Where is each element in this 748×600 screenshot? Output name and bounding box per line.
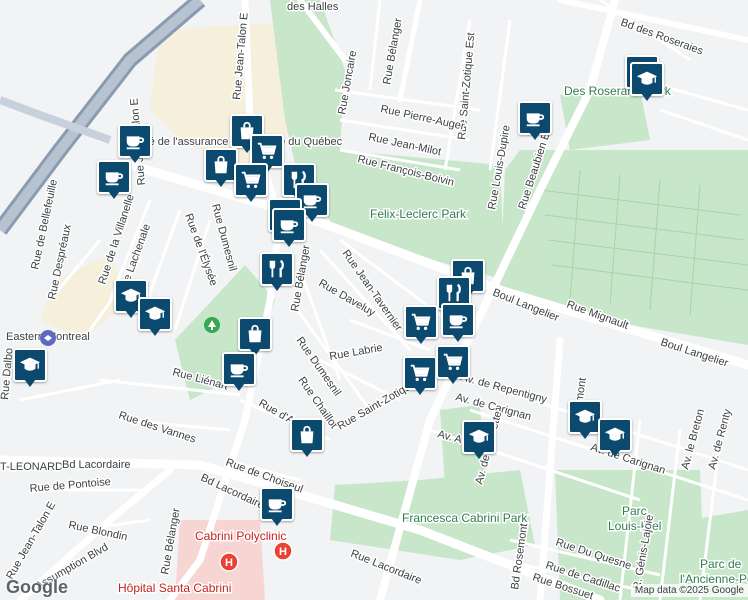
- label-hopital-santa-cabrini: Hôpital Santa Cabrini: [118, 581, 231, 595]
- coffee-cup-icon: [103, 166, 125, 188]
- svg-text:H: H: [279, 546, 287, 558]
- pin-pointer: [641, 93, 653, 101]
- coffee-cup-icon: [447, 309, 469, 331]
- poi-pin-cafe[interactable]: [518, 101, 552, 143]
- pin-pointer: [306, 214, 318, 222]
- pin-pointer: [529, 132, 541, 140]
- graduation-cap-icon: [144, 303, 166, 325]
- poi-pin-supermarket[interactable]: [404, 305, 438, 347]
- poi-pin-store[interactable]: [204, 148, 238, 190]
- fork-knife-icon: [266, 258, 288, 280]
- graduation-cap-icon: [604, 424, 626, 446]
- graduation-cap-icon: [468, 426, 490, 448]
- coffee-cup-icon: [266, 493, 288, 515]
- coffee-cup-icon: [278, 214, 300, 236]
- label-parc-ancienne-1: Parc de: [700, 557, 742, 571]
- shopping-cart-icon: [409, 362, 431, 384]
- poi-pin-cafe[interactable]: [97, 160, 131, 202]
- poi-pin-school[interactable]: [462, 420, 496, 462]
- pin-pointer: [271, 518, 283, 526]
- poi-pin-cafe[interactable]: [222, 352, 256, 394]
- svg-text:H: H: [225, 557, 233, 569]
- google-logo: Google: [6, 577, 68, 597]
- pin-pointer: [579, 431, 591, 439]
- label-francesca-cabrini-park-1: Francesca Cabrini Park: [402, 511, 528, 525]
- coffee-cup-icon: [124, 130, 146, 152]
- pin-pointer: [473, 451, 485, 459]
- pin-pointer: [149, 328, 161, 336]
- school-marker-icon: [40, 330, 56, 346]
- poi-pin-school[interactable]: [630, 62, 664, 104]
- park-tree-icon: [204, 317, 220, 333]
- pin-pointer: [414, 387, 426, 395]
- pin-pointer: [609, 449, 621, 457]
- fork-knife-icon: [443, 282, 465, 304]
- poi-pin-supermarket[interactable]: [403, 356, 437, 398]
- graduation-cap-icon: [19, 354, 41, 376]
- label-st-leonard: T-LEONARD: [0, 461, 63, 473]
- pin-pointer: [301, 449, 313, 457]
- shopping-bag-icon: [244, 323, 266, 345]
- shopping-bag-icon: [296, 424, 318, 446]
- label-bd-lacordaire: Bd Lacordaire: [62, 459, 131, 471]
- label-cabrini-polyclinic: Cabrini Polyclinic: [195, 529, 286, 543]
- poi-pin-school[interactable]: [598, 418, 632, 460]
- pin-pointer: [233, 383, 245, 391]
- poi-pin-supermarket[interactable]: [436, 345, 470, 387]
- poi-pin-school[interactable]: [13, 348, 47, 390]
- pin-pointer: [24, 379, 36, 387]
- poi-pin-school[interactable]: [138, 297, 172, 339]
- pin-pointer: [283, 239, 295, 247]
- poi-pin-supermarket[interactable]: [234, 163, 268, 205]
- poi-pin-school[interactable]: [568, 400, 602, 442]
- poi-pin-cafe[interactable]: [272, 208, 306, 250]
- pin-pointer: [108, 191, 120, 199]
- shopping-cart-icon: [442, 351, 464, 373]
- poi-pin-cafe[interactable]: [260, 487, 294, 529]
- shopping-cart-icon: [240, 169, 262, 191]
- pin-pointer: [415, 336, 427, 344]
- pin-pointer: [215, 179, 227, 187]
- label-des-halles: des Halles: [287, 1, 339, 13]
- label-felix-leclerc-park-1: Felix-Leclerc Park: [370, 207, 467, 221]
- poi-pin-cafe[interactable]: [441, 303, 475, 345]
- graduation-cap-icon: [636, 68, 658, 90]
- pin-pointer: [245, 194, 257, 202]
- shopping-cart-icon: [410, 311, 432, 333]
- shopping-bag-icon: [210, 154, 232, 176]
- hospital-h-icon[interactable]: H: [273, 541, 293, 561]
- pin-pointer: [452, 334, 464, 342]
- hospital-h-icon[interactable]: H: [219, 552, 239, 572]
- poi-pin-store[interactable]: [290, 418, 324, 460]
- pin-pointer: [447, 376, 459, 384]
- map-attribution[interactable]: Map data ©2025 Google: [630, 584, 748, 597]
- graduation-cap-icon: [574, 406, 596, 428]
- coffee-cup-icon: [228, 358, 250, 380]
- pin-pointer: [271, 283, 283, 291]
- pin-pointer: [125, 310, 137, 318]
- poi-pin-restaurant[interactable]: [260, 252, 294, 294]
- shopping-cart-icon: [256, 140, 278, 162]
- coffee-cup-icon: [524, 107, 546, 129]
